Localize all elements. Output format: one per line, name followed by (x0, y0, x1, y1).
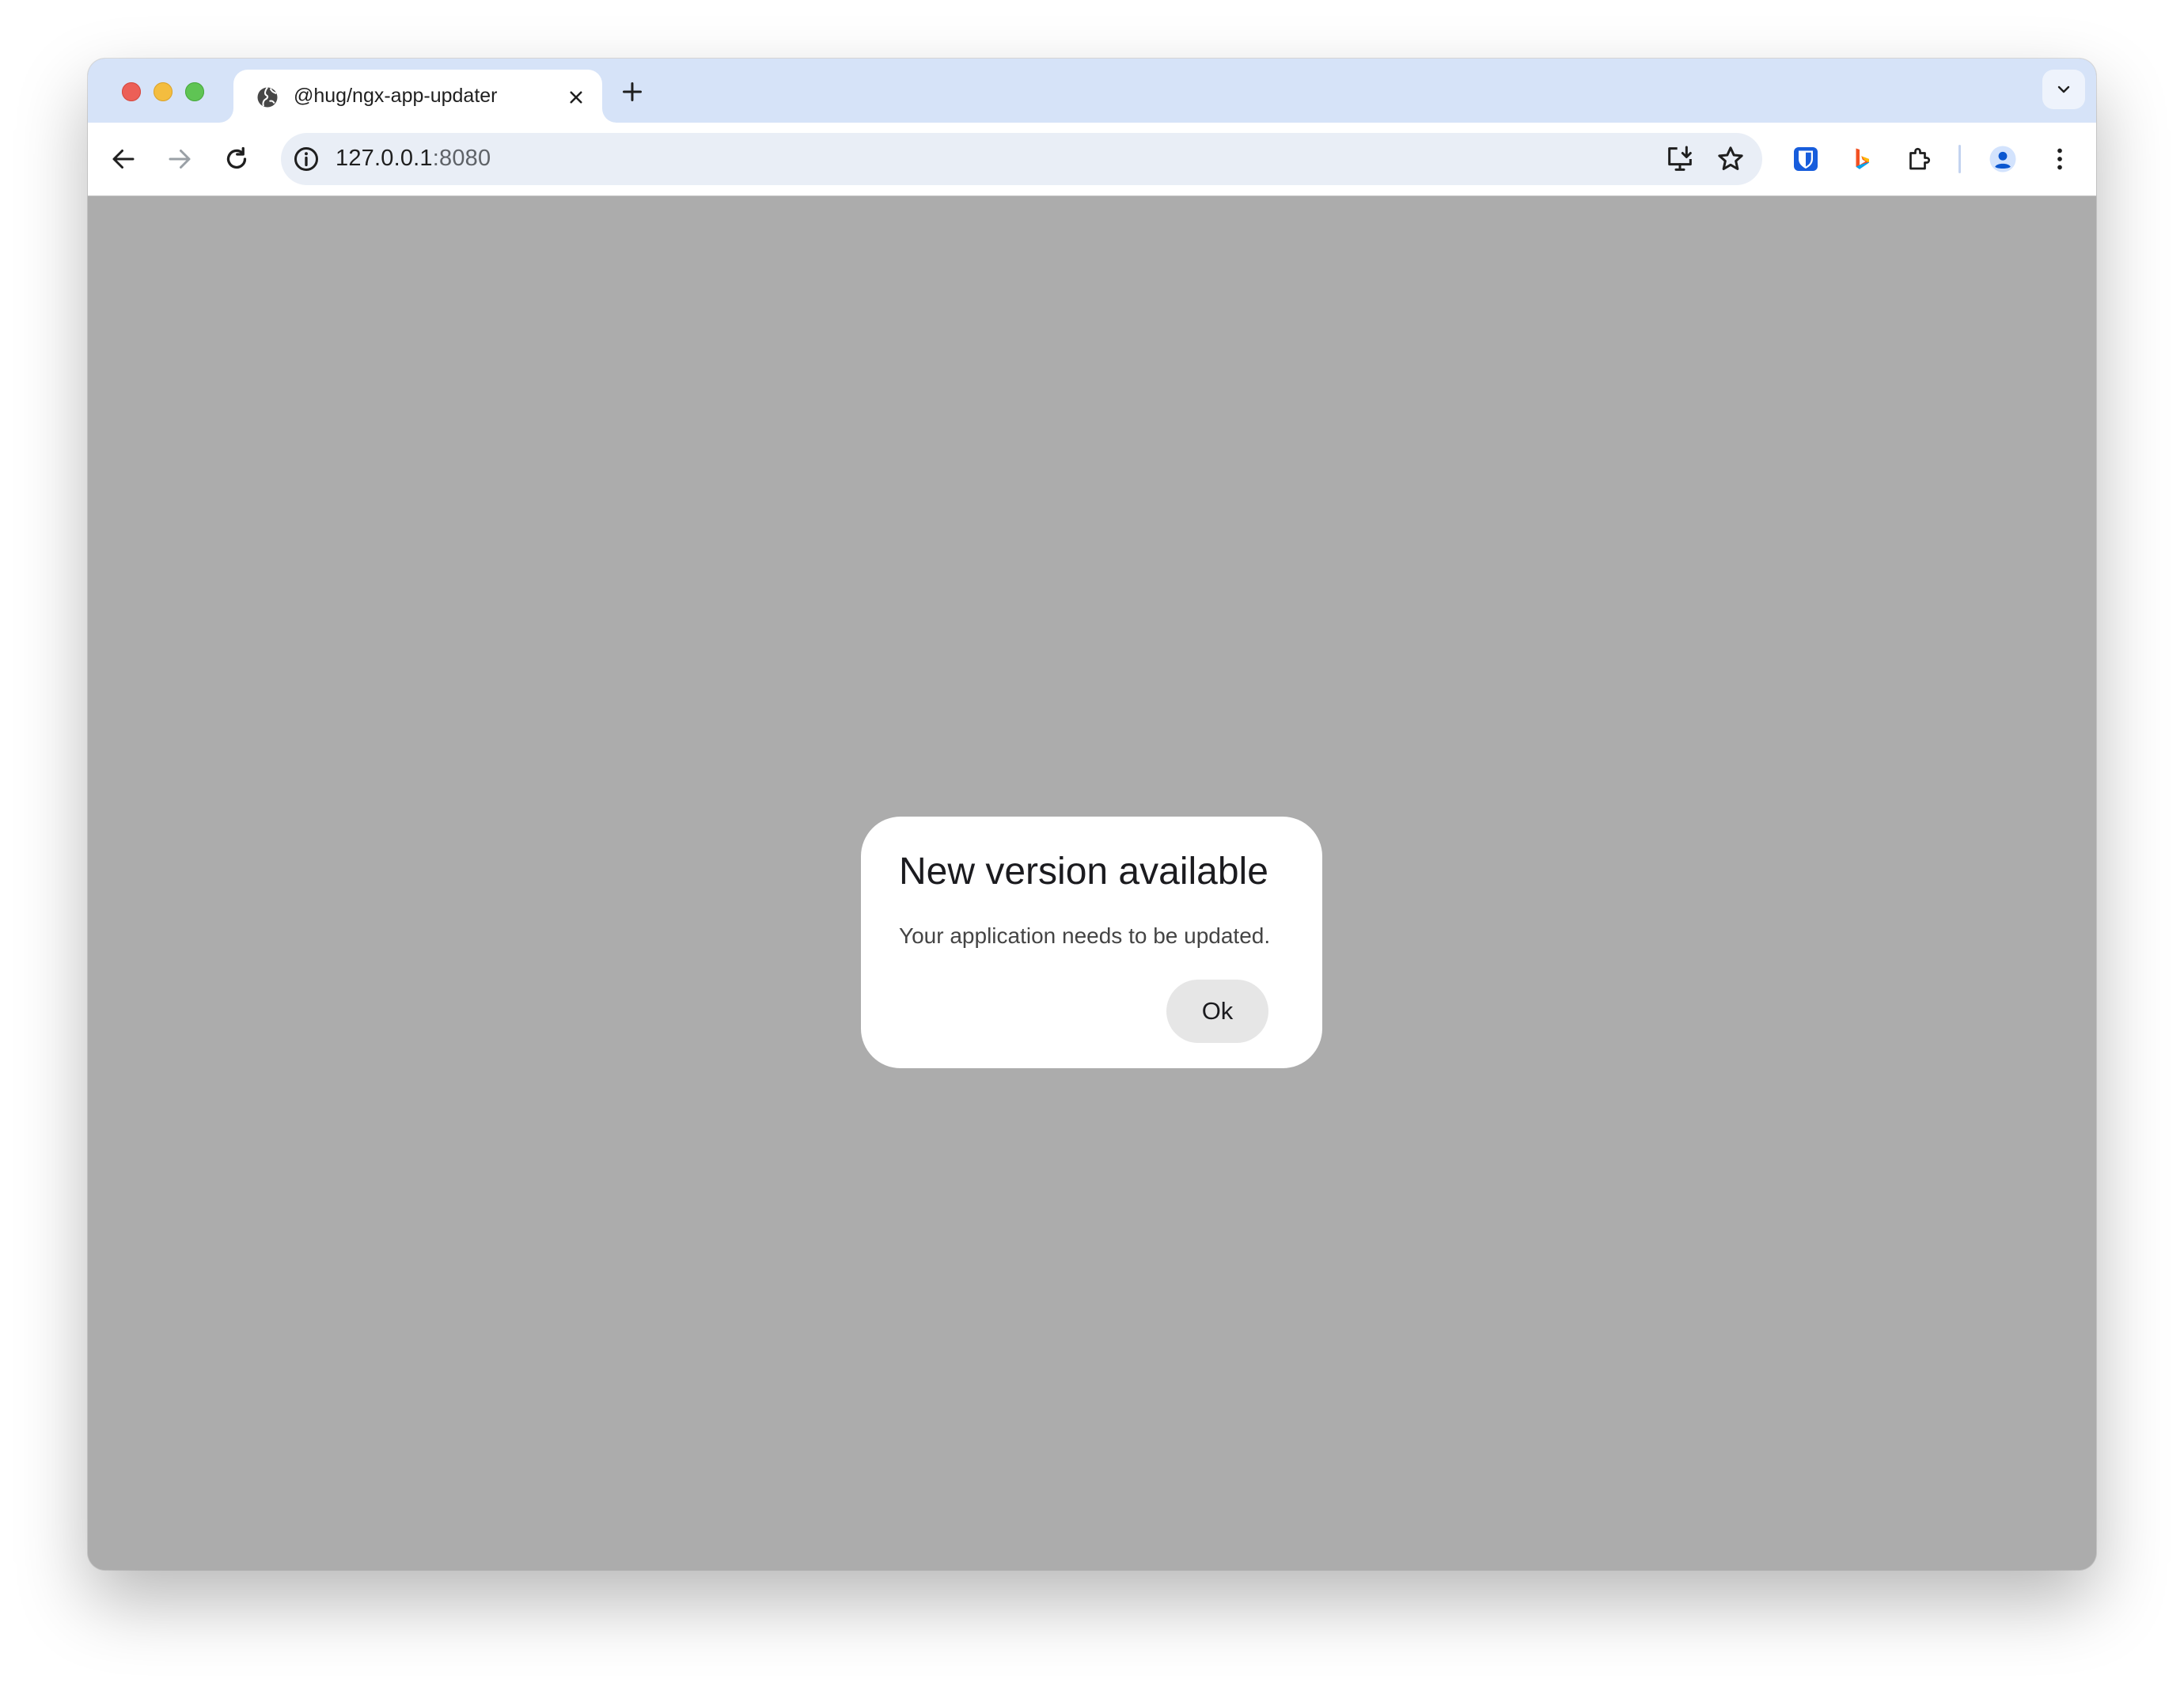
browser-toolbar: 127.0.0.1:8080 (88, 123, 2096, 196)
ok-button[interactable]: Ok (1166, 980, 1268, 1043)
tab-strip: @hug/ngx-app-updater (88, 59, 2096, 123)
chevron-down-icon (2057, 85, 2070, 93)
reload-icon[interactable] (218, 140, 256, 178)
close-window-button[interactable] (122, 82, 141, 101)
toolbar-divider (1958, 145, 1961, 173)
browser-window: @hug/ngx-app-updater 127.0.0.1:8080 New … (88, 59, 2096, 1570)
bitwarden-icon[interactable] (1787, 140, 1825, 178)
new-tab-icon[interactable] (618, 78, 646, 106)
back-icon[interactable] (104, 140, 142, 178)
dialog-title: New version available (899, 851, 1268, 893)
tab-title: @hug/ngx-app-updater (294, 85, 498, 107)
bing-icon[interactable] (1843, 140, 1881, 178)
url-host: 127.0.0.1 (336, 146, 433, 171)
url-port: :8080 (432, 146, 491, 171)
tab-search-button[interactable] (2042, 70, 2085, 109)
install-app-icon[interactable] (1664, 143, 1696, 175)
dialog-message: Your application needs to be updated. (899, 923, 1271, 948)
maximize-window-button[interactable] (185, 82, 204, 101)
update-dialog: New version available Your application n… (861, 817, 1322, 1068)
page-backdrop: New version available Your application n… (88, 196, 2096, 1570)
tab-active[interactable]: @hug/ngx-app-updater (233, 70, 602, 123)
close-tab-icon[interactable] (564, 85, 588, 109)
menu-icon[interactable] (2041, 140, 2079, 178)
url-text[interactable]: 127.0.0.1:8080 (336, 146, 491, 172)
bookmark-star-icon[interactable] (1715, 143, 1746, 175)
forward-icon[interactable] (161, 140, 199, 178)
profile-icon[interactable] (1984, 140, 2022, 178)
minimize-window-button[interactable] (154, 82, 173, 101)
site-info-icon[interactable] (292, 145, 320, 173)
extensions-icon[interactable] (1900, 140, 1938, 178)
globe-icon (256, 85, 279, 109)
address-bar[interactable]: 127.0.0.1:8080 (281, 133, 1762, 185)
